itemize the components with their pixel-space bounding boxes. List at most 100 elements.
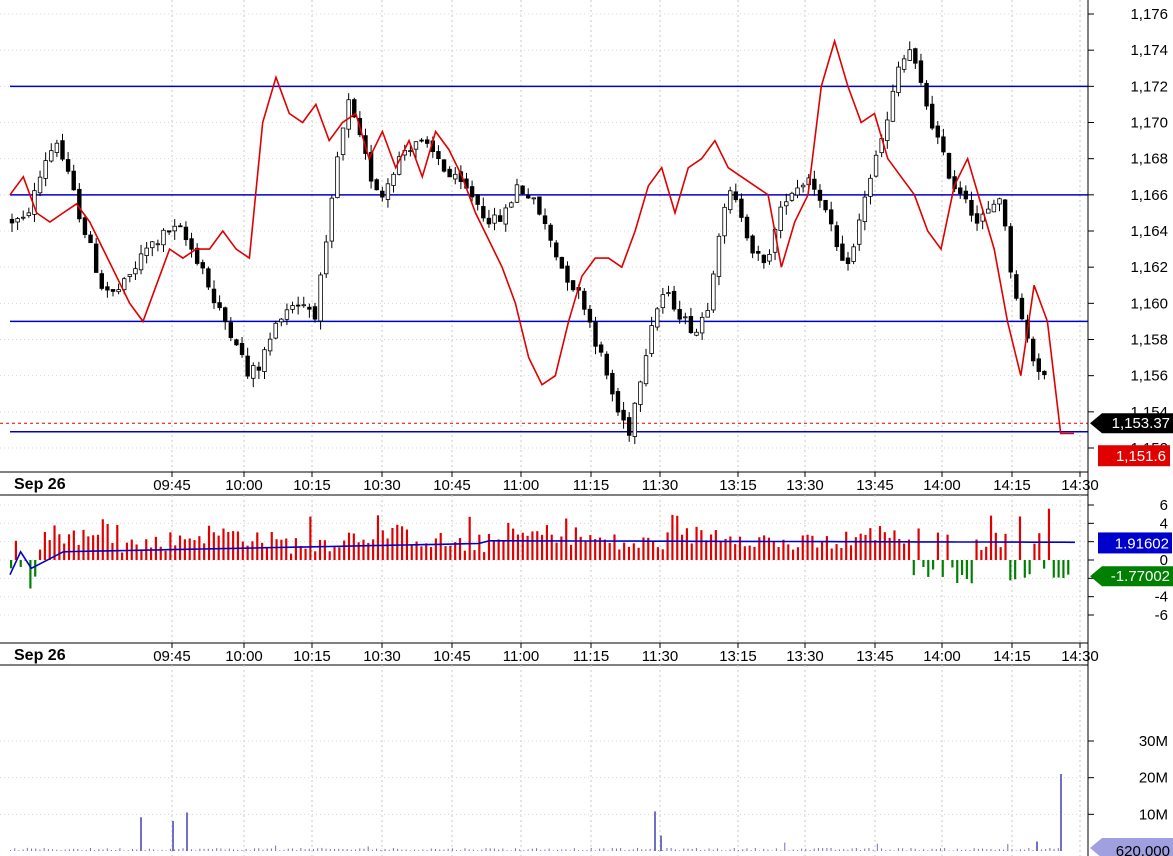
oscillator-bar xyxy=(38,549,42,560)
candle-body xyxy=(9,218,15,224)
candle-body xyxy=(127,274,133,277)
volume-bar xyxy=(355,849,357,851)
volume-bar xyxy=(443,849,445,851)
oscillator-bar xyxy=(676,515,679,560)
candle-body xyxy=(958,187,963,194)
volume-bar xyxy=(792,849,794,851)
oscillator-bar xyxy=(652,541,655,560)
candle-body xyxy=(795,187,800,196)
oscillator-bar xyxy=(1052,560,1055,578)
oscillator-bar xyxy=(318,539,322,560)
oscillator-bar xyxy=(536,531,539,560)
candle-body xyxy=(65,159,71,172)
candle-body xyxy=(733,191,738,201)
volume-bar xyxy=(998,849,1000,851)
volume-bar xyxy=(948,850,950,851)
volume-bar xyxy=(763,848,765,851)
oscillator-x-axis-x-tick-label-12: 14:15 xyxy=(993,648,1031,665)
oscillator-bar xyxy=(951,560,954,568)
volume-bar xyxy=(110,849,112,851)
volume-bar xyxy=(519,849,521,851)
volume-bar xyxy=(422,849,424,851)
candle-body xyxy=(655,308,660,328)
oscillator-bar xyxy=(690,543,693,560)
volume-bar xyxy=(22,849,24,851)
oscillator-bar xyxy=(1033,543,1036,560)
oscillator-bar xyxy=(125,542,129,560)
price-x-axis-x-tick-label-13: 14:30 xyxy=(1061,477,1099,494)
oscillator-bar xyxy=(193,540,196,560)
volume-bar xyxy=(1015,850,1017,851)
volume-bar xyxy=(430,848,432,851)
candle-body xyxy=(239,342,245,355)
volume-bar xyxy=(523,850,525,851)
candle-body xyxy=(256,366,262,371)
oscillator-bar xyxy=(362,539,365,560)
candle-body xyxy=(166,230,172,233)
candle-body xyxy=(604,353,609,376)
volume-bar xyxy=(721,850,723,851)
oscillator-bar xyxy=(985,546,988,560)
candle-body xyxy=(99,273,104,289)
volume-bar xyxy=(477,850,479,851)
volume-bar xyxy=(464,848,466,851)
oscillator-bar xyxy=(261,542,264,560)
oscillator-bar xyxy=(396,524,399,560)
volume-bar xyxy=(481,849,483,851)
candle-body xyxy=(77,188,82,220)
volume-bar xyxy=(123,850,125,851)
oscillator-bar xyxy=(333,547,336,560)
oscillator-bar xyxy=(236,531,240,560)
ma-line xyxy=(9,38,1074,435)
oscillator-bar xyxy=(420,546,423,560)
candle-body xyxy=(935,125,940,138)
candle-body xyxy=(671,290,677,310)
volume-bar xyxy=(548,848,550,851)
volume-bar xyxy=(409,850,411,851)
oscillator-x-axis: Sep 26 09:45 10:00 10:15 10:30 10:45 11:00 11:1… xyxy=(0,642,1099,666)
oscillator-bar xyxy=(516,534,520,560)
oscillator-bar xyxy=(439,532,442,560)
volume-bar xyxy=(540,849,542,851)
volume-bar xyxy=(174,849,176,851)
candle-body xyxy=(845,257,851,264)
volume-bar xyxy=(700,850,702,851)
candle-body xyxy=(475,194,480,205)
volume-bar xyxy=(26,847,28,851)
oscillator-bar xyxy=(989,515,993,560)
volume-bar xyxy=(317,848,319,851)
volume-bar xyxy=(56,849,58,851)
candle-body xyxy=(116,289,121,293)
candle-body xyxy=(559,256,565,269)
volume-bar xyxy=(514,848,516,851)
oscillator-bar xyxy=(10,560,13,569)
oscillator-bar xyxy=(410,545,413,560)
oscillator-bar xyxy=(792,549,795,560)
oscillator-bar xyxy=(96,534,100,560)
volume-bar xyxy=(733,847,735,851)
volume-bar xyxy=(788,850,790,851)
candle-body xyxy=(649,325,654,354)
volume-bar xyxy=(18,850,20,851)
volume-bar xyxy=(918,850,920,851)
volume-bar xyxy=(14,848,16,851)
volume-bar xyxy=(624,850,626,851)
chart-canvas: 1,1521,1541,1561,1581,1601,1621,1641,166… xyxy=(0,0,1173,856)
oscillator-bar xyxy=(1004,533,1007,560)
oscillator-x-axis-x-tick-label-8: 13:15 xyxy=(719,648,757,665)
volume-bar xyxy=(670,848,672,851)
candle-body xyxy=(312,306,318,320)
volume-bar xyxy=(502,848,504,851)
oscillator-bar xyxy=(1043,560,1046,569)
candle-body xyxy=(716,235,722,277)
oscillator-bar xyxy=(719,541,722,560)
volume-bar xyxy=(203,848,205,851)
volume-bar xyxy=(636,847,638,851)
volume-bar xyxy=(199,848,201,851)
oscillator-bar xyxy=(434,538,437,560)
candle-body xyxy=(105,286,110,291)
volume-bar xyxy=(834,849,836,851)
oscillator-bar xyxy=(608,543,611,560)
oscillator-bar xyxy=(48,540,51,560)
oscillator-bar xyxy=(1038,533,1041,560)
